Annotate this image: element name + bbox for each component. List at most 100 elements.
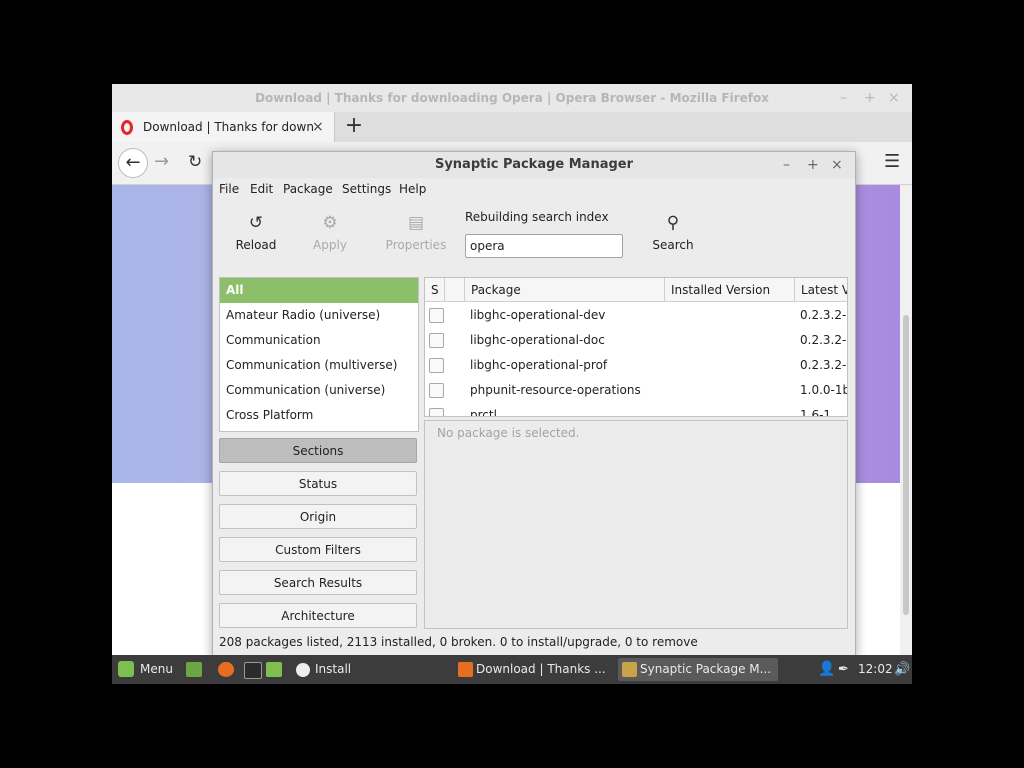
taskbar-task-label: Synaptic Package M... [640,662,772,676]
mint-menu-icon[interactable] [118,661,134,677]
table-row[interactable]: libghc-operational-doc 0.2.3.2-5 [425,328,847,353]
menu-help[interactable]: Help [399,178,426,200]
status-checkbox[interactable] [429,333,444,348]
package-details-pane: No package is selected. [424,420,848,629]
opera-logo-icon [121,120,133,135]
column-header-latest-version[interactable]: Latest Ve [795,278,847,302]
search-results-button[interactable]: Search Results [219,570,417,595]
status-checkbox[interactable] [429,358,444,373]
column-header-status[interactable]: S [425,278,445,302]
synaptic-maximize-button[interactable]: + [807,152,819,178]
page-scrollbar[interactable] [900,185,912,684]
custom-filters-button[interactable]: Custom Filters [219,537,417,562]
network-icon[interactable]: ✒ [838,655,849,684]
taskbar-firefox-window[interactable]: Download | Thanks ... [454,658,609,681]
close-button[interactable]: × [888,84,900,112]
new-tab-button[interactable]: + [342,112,366,142]
section-item[interactable]: Communication [220,328,418,353]
section-item[interactable]: Amateur Radio (universe) [220,303,418,328]
apply-toolbar-button[interactable]: ⚙ Apply [295,212,365,252]
terminal-icon[interactable] [244,662,262,679]
menu-edit[interactable]: Edit [250,178,273,200]
synaptic-titlebar: Synaptic Package Manager – + × [213,152,855,178]
gear-icon: ⚙ [322,213,338,233]
tab-title: Download | Thanks for downl [143,120,313,134]
menu-button[interactable]: Menu [140,655,173,684]
table-row[interactable]: phpunit-resource-operations 1.0.0-1b [425,378,847,403]
menu-package[interactable]: Package [283,178,333,200]
menu-bar: File Edit Package Settings Help [213,178,855,200]
package-table: S Package Installed Version Latest Ve li… [424,277,848,417]
package-name: phpunit-resource-operations [470,383,641,397]
status-checkbox[interactable] [429,408,444,416]
package-name: libghc-operational-prof [470,358,608,372]
section-item[interactable]: Communication (universe) [220,378,418,403]
section-list: All Amateur Radio (universe) Communicati… [219,277,419,432]
browser-tab[interactable]: Download | Thanks for downl × [112,112,335,142]
package-name: prctl [470,408,497,417]
synaptic-icon [622,662,637,677]
section-item[interactable]: Cross Platform [220,403,418,428]
install-launcher[interactable]: Install [315,655,351,684]
sections-filter-button[interactable]: Sections [219,438,417,463]
latest-version: 1.0.0-1b [800,383,847,397]
search-toolbar-button[interactable]: ⚲ Search [638,212,708,252]
desktop-screen: Download | Thanks for downloading Opera … [112,84,912,684]
forward-button[interactable]: → [154,148,169,176]
reload-toolbar-button[interactable]: ↺ Reload [221,212,291,252]
volume-icon[interactable]: 🔊 [894,655,910,684]
clock[interactable]: 12:02 [858,655,893,684]
reload-label: Reload [235,238,277,252]
section-item[interactable]: Communication (multiverse) [220,353,418,378]
package-name: libghc-operational-doc [470,333,605,347]
firefox-tabbar: Download | Thanks for downl × [112,112,912,142]
status-checkbox[interactable] [429,308,444,323]
taskbar: Menu Install Download | Thanks ... Synap… [112,655,912,684]
menu-file[interactable]: File [219,178,239,200]
status-bar: 208 packages listed, 2113 installed, 0 b… [219,635,698,649]
properties-toolbar-button[interactable]: ▤ Properties [381,212,451,252]
menu-settings[interactable]: Settings [342,178,391,200]
synaptic-close-button[interactable]: × [831,152,843,178]
tab-close-icon[interactable]: × [312,112,324,142]
hamburger-menu-icon[interactable]: ☰ [884,148,900,176]
architecture-filter-button[interactable]: Architecture [219,603,417,628]
status-checkbox[interactable] [429,383,444,398]
section-item[interactable]: All [220,278,418,303]
firefox-titlebar: Download | Thanks for downloading Opera … [112,84,912,112]
user-icon[interactable]: 👤 [818,655,835,684]
taskbar-synaptic-window[interactable]: Synaptic Package M... [618,658,778,681]
synaptic-window: Synaptic Package Manager – + × File Edit… [212,151,856,658]
minimize-button[interactable]: – [840,84,847,112]
column-header-installed-version[interactable]: Installed Version [665,278,795,302]
desktop-icon[interactable] [186,662,202,677]
column-header-support[interactable] [445,278,465,302]
synaptic-minimize-button[interactable]: – [783,152,790,178]
table-row[interactable]: libghc-operational-dev 0.2.3.2-5 [425,303,847,328]
search-icon: ⚲ [666,213,680,233]
search-input[interactable] [466,235,624,257]
table-row[interactable]: prctl 1.6-1 [425,403,847,417]
table-row[interactable]: libghc-operational-prof 0.2.3.2-5 [425,353,847,378]
firefox-icon [458,662,473,677]
back-button[interactable]: ← [118,148,148,178]
install-icon [296,663,310,677]
files-icon[interactable] [266,662,282,677]
maximize-button[interactable]: + [864,84,876,112]
quick-search-field[interactable] [465,234,624,258]
synaptic-window-title: Synaptic Package Manager [434,157,634,172]
taskbar-task-label: Download | Thanks ... [476,662,606,676]
rebuild-status: Rebuilding search index [465,210,609,224]
firefox-window-title: Download | Thanks for downloading Opera … [255,91,769,105]
latest-version: 0.2.3.2-5 [800,358,847,372]
apply-label: Apply [313,238,347,252]
firefox-launcher-icon[interactable] [218,662,234,677]
status-filter-button[interactable]: Status [219,471,417,496]
scrollbar-thumb[interactable] [903,315,909,615]
reload-icon: ↺ [248,213,264,233]
origin-filter-button[interactable]: Origin [219,504,417,529]
reload-button[interactable]: ↻ [188,148,202,176]
properties-label: Properties [385,238,447,252]
column-header-package[interactable]: Package [465,278,665,302]
no-selection-text: No package is selected. [437,426,580,440]
